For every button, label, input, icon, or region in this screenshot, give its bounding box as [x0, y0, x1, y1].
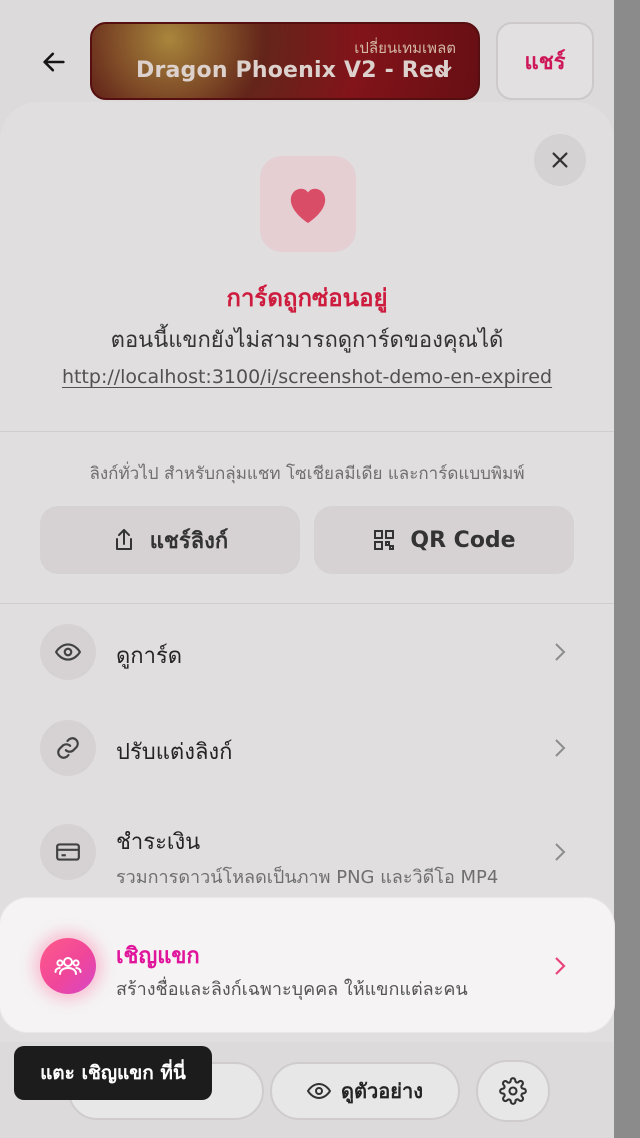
scrollbar[interactable] — [614, 0, 640, 1138]
invite-guests-title: เชิญแขก — [116, 944, 200, 969]
invite-icon-circle — [40, 938, 96, 994]
onboarding-tooltip: แตะ เชิญแขก ที่นี่ — [14, 1046, 212, 1100]
chevron-right-icon — [555, 957, 566, 975]
users-icon — [54, 957, 82, 975]
invite-guests-description: สร้างชื่อและลิงก์เฉพาะบุคคล ให้แขกแต่ละค… — [116, 979, 468, 1000]
menu-item-invite-guests[interactable]: เชิญแขก สร้างชื่อและลิงก์เฉพาะบุคคล ให้แ… — [0, 898, 614, 1032]
